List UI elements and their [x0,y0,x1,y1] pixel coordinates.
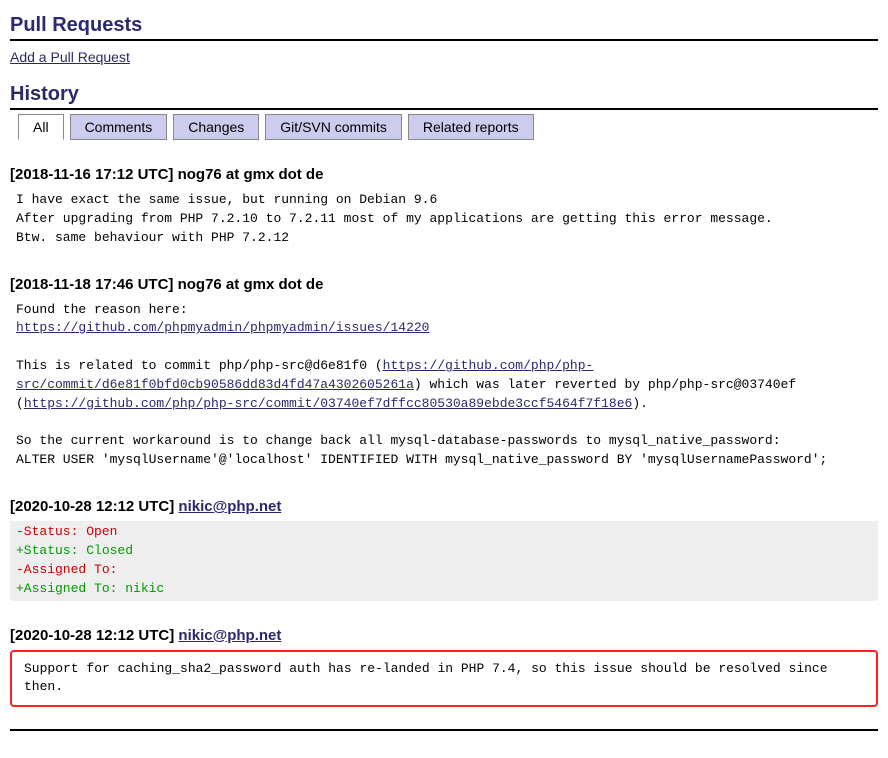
tab-git-svn-commits[interactable]: Git/SVN commits [265,114,402,140]
pull-requests-heading: Pull Requests [10,14,878,41]
comment-body: Support for caching_sha2_password auth h… [18,658,870,700]
tab-changes[interactable]: Changes [173,114,259,140]
diff-removed-line: -Assigned To: [16,562,117,577]
comment-body-link[interactable]: https://github.com/phpmyadmin/phpmyadmin… [16,320,429,335]
comment-block: [2020-10-28 12:12 UTC] nikic@php.net -Sta… [10,498,878,600]
tab-all[interactable]: All [18,114,64,140]
comment-timestamp: [2018-11-18 17:46 UTC] [10,276,178,293]
comment-block: [2018-11-18 17:46 UTC] nog76 at gmx dot … [10,276,878,473]
comment-header: [2020-10-28 12:12 UTC] nikic@php.net [10,498,878,515]
comment-body: I have exact the same issue, but running… [10,189,878,250]
comment-timestamp: [2018-11-16 17:12 UTC] [10,166,178,183]
change-body: -Status: Open +Status: Closed -Assigned … [10,521,878,600]
comment-body-link[interactable]: https://github.com/php/php-src/commit/03… [24,396,633,411]
comment-author: nog76 at gmx dot de [178,166,324,183]
comment-header: [2018-11-18 17:46 UTC] nog76 at gmx dot … [10,276,878,293]
comment-body: Found the reason here: https://github.co… [10,299,878,473]
footer-rule [10,729,878,731]
tab-comments[interactable]: Comments [70,114,168,140]
tab-related-reports[interactable]: Related reports [408,114,534,140]
diff-removed-line: -Status: Open [16,524,117,539]
comment-block: [2020-10-28 12:12 UTC] nikic@php.net Supp… [10,627,878,708]
comment-body-link[interactable]: https://github.com/php/php-src/commit/d6… [16,358,593,392]
comment-header: [2018-11-16 17:12 UTC] nog76 at gmx dot … [10,166,878,183]
comment-author-link[interactable]: nikic@php.net [178,627,281,644]
comment-author-link[interactable]: nikic@php.net [178,498,281,515]
comment-timestamp: [2020-10-28 12:12 UTC] [10,627,178,644]
diff-added-line: +Status: Closed [16,543,133,558]
history-tabs: AllCommentsChangesGit/SVN commitsRelated… [10,114,878,140]
comment-author: nog76 at gmx dot de [178,276,324,293]
add-pull-request-link[interactable]: Add a Pull Request [10,49,130,65]
comment-block: [2018-11-16 17:12 UTC] nog76 at gmx dot … [10,166,878,250]
history-heading: History [10,83,878,110]
comment-timestamp: [2020-10-28 12:12 UTC] [10,498,178,515]
comment-header: [2020-10-28 12:12 UTC] nikic@php.net [10,627,878,644]
highlighted-comment: Support for caching_sha2_password auth h… [10,650,878,708]
diff-added-line: +Assigned To: nikic [16,581,164,596]
